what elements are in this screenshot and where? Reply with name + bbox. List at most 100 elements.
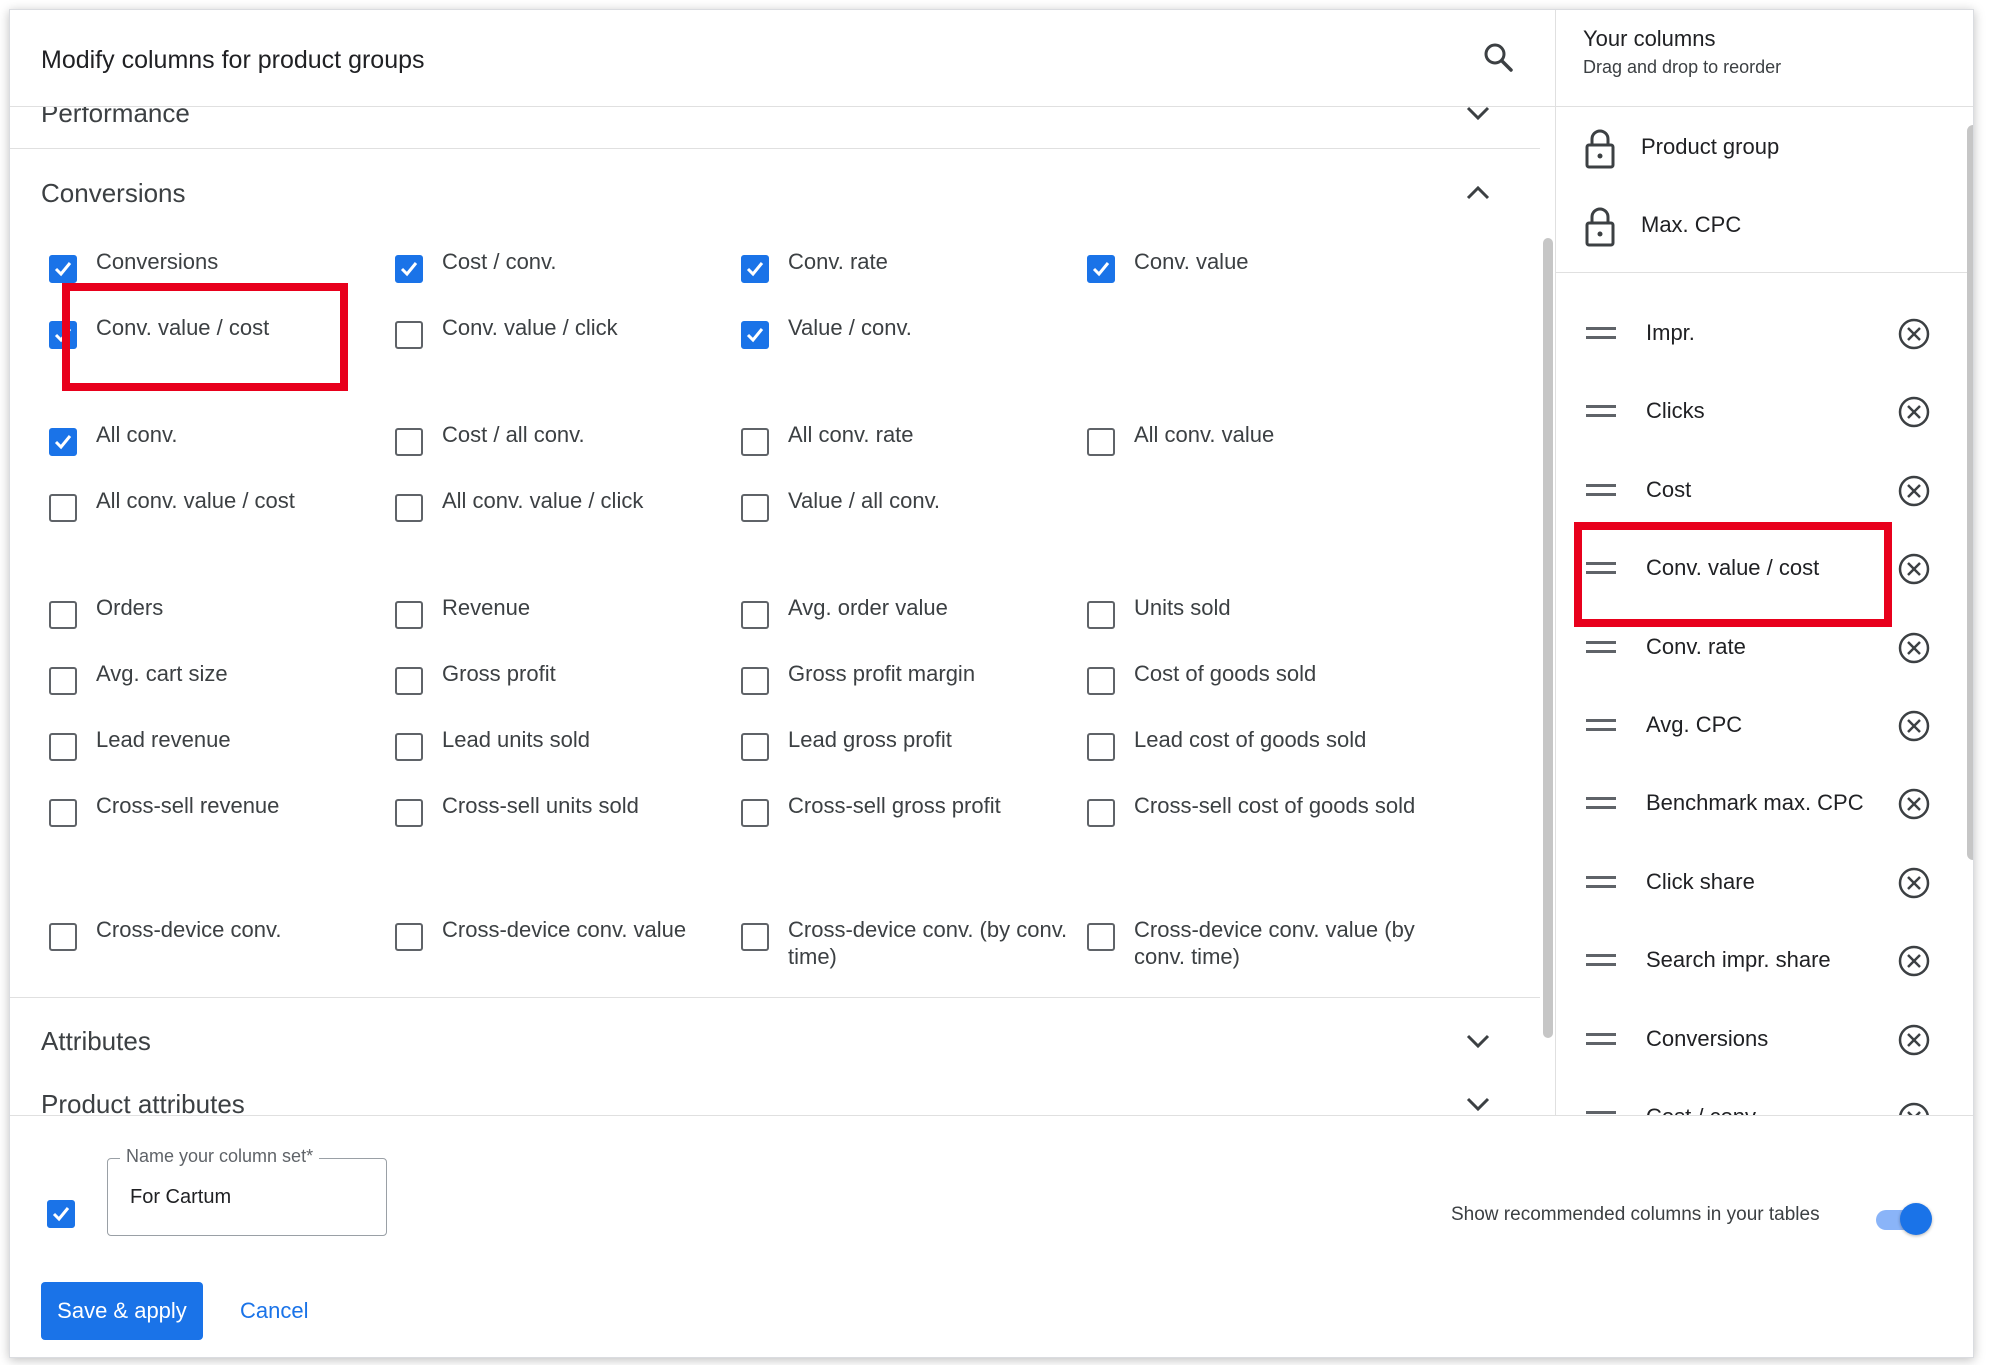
checkbox-lead-units-sold[interactable]: Lead units sold: [395, 727, 725, 783]
right-scrollbar[interactable]: [1967, 125, 1973, 860]
checkbox-box[interactable]: [741, 428, 769, 456]
checkbox-box[interactable]: [1087, 255, 1115, 283]
drag-handle-icon[interactable]: [1586, 1032, 1618, 1047]
checkbox-conv-rate[interactable]: Conv. rate: [741, 249, 1071, 305]
selected-column-clicks[interactable]: Clicks: [1556, 394, 1956, 454]
save-column-set-checkbox[interactable]: [47, 1200, 75, 1228]
checkbox-cross-sell-cost-of-goods-sold[interactable]: Cross-sell cost of goods sold: [1087, 793, 1417, 849]
checkbox-conv-value-cost[interactable]: Conv. value / cost: [49, 315, 379, 371]
checkbox-lead-revenue[interactable]: Lead revenue: [49, 727, 379, 783]
checkbox-box[interactable]: [395, 667, 423, 695]
checkbox-units-sold[interactable]: Units sold: [1087, 595, 1417, 651]
checkbox-all-conv-value-cost[interactable]: All conv. value / cost: [49, 488, 379, 544]
checkbox-box[interactable]: [741, 923, 769, 951]
checkbox-box[interactable]: [1087, 733, 1115, 761]
checkbox-lead-cost-of-goods-sold[interactable]: Lead cost of goods sold: [1087, 727, 1417, 783]
checkbox-cross-sell-gross-profit[interactable]: Cross-sell gross profit: [741, 793, 1071, 849]
checkbox-box[interactable]: [741, 494, 769, 522]
remove-circle-icon[interactable]: [1896, 630, 1932, 666]
checkbox-gross-profit[interactable]: Gross profit: [395, 661, 725, 717]
section-product-attributes[interactable]: Product attributes: [10, 1089, 1540, 1115]
checkbox-all-conv[interactable]: All conv.: [49, 422, 379, 478]
drag-handle-icon[interactable]: [1586, 797, 1618, 811]
checkbox-box[interactable]: [395, 321, 423, 349]
drag-handle-icon[interactable]: [1586, 875, 1618, 890]
checkbox-box[interactable]: [395, 494, 423, 522]
checkbox-all-conv-rate[interactable]: All conv. rate: [741, 422, 1071, 478]
checkbox-box[interactable]: [49, 321, 77, 349]
drag-handle-icon[interactable]: [1586, 405, 1618, 419]
checkbox-box[interactable]: [741, 321, 769, 349]
search-button[interactable]: [1477, 36, 1521, 80]
checkbox-cross-device-conv-value-by-conv-time[interactable]: Cross-device conv. value (by conv. time): [1087, 917, 1417, 973]
checkbox-box[interactable]: [741, 667, 769, 695]
checkbox-box[interactable]: [49, 255, 77, 283]
checkbox-conv-value[interactable]: Conv. value: [1087, 249, 1417, 305]
checkbox-cost-of-goods-sold[interactable]: Cost of goods sold: [1087, 661, 1417, 717]
drag-handle-icon[interactable]: [1586, 562, 1618, 576]
remove-circle-icon[interactable]: [1896, 943, 1932, 979]
checkbox-cross-device-conv-value[interactable]: Cross-device conv. value: [395, 917, 725, 973]
checkbox-avg-order-value[interactable]: Avg. order value: [741, 595, 1071, 651]
selected-column-avg-cpc[interactable]: Avg. CPC: [1556, 708, 1956, 768]
checkbox-box[interactable]: [1087, 923, 1115, 951]
selected-column-conversions[interactable]: Conversions: [1556, 1022, 1956, 1082]
checkbox-box[interactable]: [741, 601, 769, 629]
remove-circle-icon[interactable]: [1896, 865, 1932, 901]
checkbox-box[interactable]: [49, 799, 77, 827]
checkbox-revenue[interactable]: Revenue: [395, 595, 725, 651]
checkbox-box[interactable]: [395, 799, 423, 827]
column-set-name-field[interactable]: Name your column set*: [107, 1146, 387, 1236]
drag-handle-icon[interactable]: [1586, 719, 1618, 733]
checkbox-box[interactable]: [395, 923, 423, 951]
selected-column-benchmark-max-cpc[interactable]: Benchmark max. CPC: [1556, 786, 1956, 846]
checkbox-box[interactable]: [49, 733, 77, 761]
drag-handle-icon[interactable]: [1586, 327, 1618, 341]
checkbox-box[interactable]: [49, 667, 77, 695]
checkbox-avg-cart-size[interactable]: Avg. cart size: [49, 661, 379, 717]
remove-circle-icon[interactable]: [1896, 1100, 1932, 1115]
left-scrollbar[interactable]: [1543, 238, 1553, 1038]
checkbox-box[interactable]: [1087, 601, 1115, 629]
checkbox-value-all-conv[interactable]: Value / all conv.: [741, 488, 1071, 544]
checkbox-cross-device-conv-by-conv-time[interactable]: Cross-device conv. (by conv. time): [741, 917, 1071, 973]
selected-column-cost-conv[interactable]: Cost / conv.: [1556, 1100, 1956, 1115]
checkbox-box[interactable]: [49, 428, 77, 456]
checkbox-orders[interactable]: Orders: [49, 595, 379, 651]
checkbox-all-conv-value-click[interactable]: All conv. value / click: [395, 488, 725, 544]
selected-column-impr[interactable]: Impr.: [1556, 316, 1956, 376]
remove-circle-icon[interactable]: [1896, 551, 1932, 587]
checkbox-conv-value-click[interactable]: Conv. value / click: [395, 315, 725, 371]
selected-column-cost[interactable]: Cost: [1556, 473, 1956, 533]
checkbox-box[interactable]: [395, 428, 423, 456]
checkbox-box[interactable]: [395, 255, 423, 283]
drag-handle-icon[interactable]: [1586, 954, 1618, 968]
drag-handle-icon[interactable]: [1586, 483, 1618, 498]
checkbox-box[interactable]: [395, 733, 423, 761]
remove-circle-icon[interactable]: [1896, 708, 1932, 744]
checkbox-cost-all-conv[interactable]: Cost / all conv.: [395, 422, 725, 478]
checkbox-conversions[interactable]: Conversions: [49, 249, 379, 305]
checkbox-box[interactable]: [1087, 667, 1115, 695]
checkbox-box[interactable]: [395, 601, 423, 629]
checkbox-box[interactable]: [741, 733, 769, 761]
column-set-name-input[interactable]: [128, 1185, 372, 1210]
checkbox-cross-sell-units-sold[interactable]: Cross-sell units sold: [395, 793, 725, 849]
remove-circle-icon[interactable]: [1896, 394, 1932, 430]
remove-circle-icon[interactable]: [1896, 316, 1932, 352]
checkbox-box[interactable]: [49, 494, 77, 522]
drag-handle-icon[interactable]: [1586, 640, 1618, 655]
checkbox-box[interactable]: [1087, 428, 1115, 456]
selected-column-conv-value-cost[interactable]: Conv. value / cost: [1556, 551, 1956, 611]
checkbox-gross-profit-margin[interactable]: Gross profit margin: [741, 661, 1071, 717]
remove-circle-icon[interactable]: [1896, 786, 1932, 822]
checkbox-cross-device-conv[interactable]: Cross-device conv.: [49, 917, 379, 973]
recommended-columns-toggle[interactable]: [1872, 1202, 1932, 1236]
checkbox-all-conv-value[interactable]: All conv. value: [1087, 422, 1417, 478]
section-attributes[interactable]: Attributes: [10, 1014, 1540, 1074]
checkbox-cross-sell-revenue[interactable]: Cross-sell revenue: [49, 793, 379, 849]
remove-circle-icon[interactable]: [1896, 1022, 1932, 1058]
checkbox-box[interactable]: [741, 255, 769, 283]
column-categories-list[interactable]: Performance Conversions Conversions Cost …: [10, 106, 1555, 1115]
save-apply-button[interactable]: Save & apply: [41, 1282, 203, 1340]
